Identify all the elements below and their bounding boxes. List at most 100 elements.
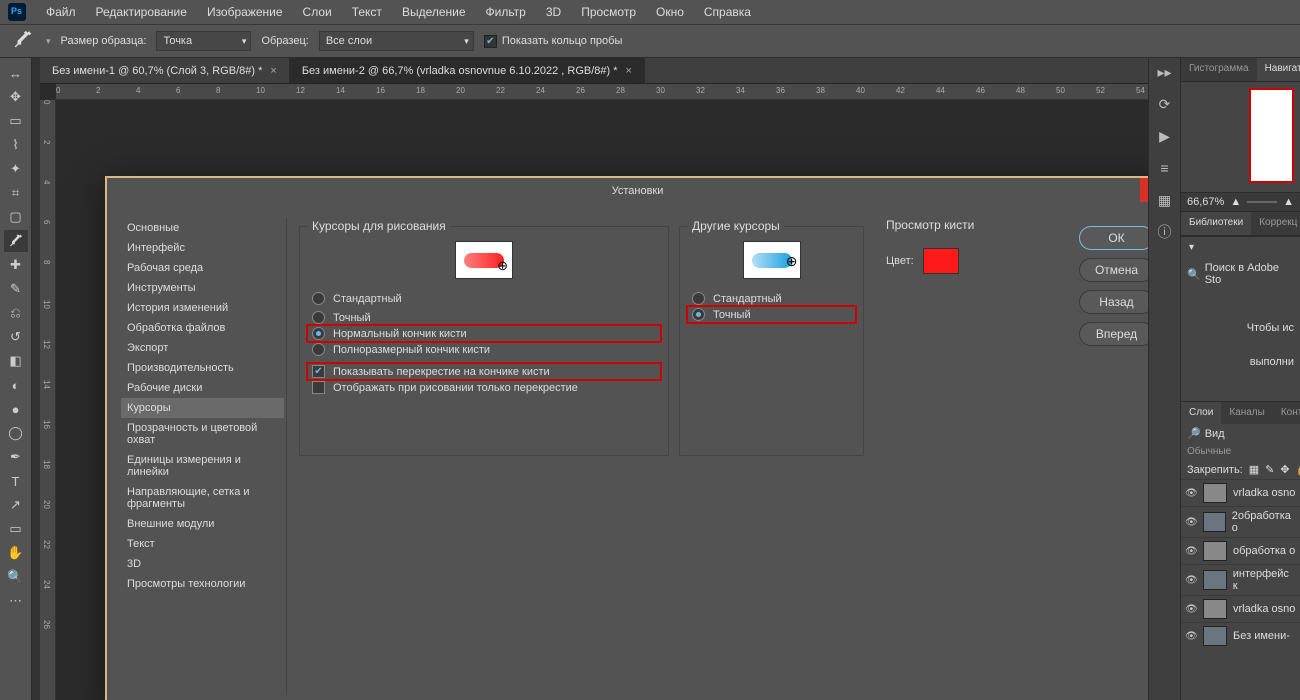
layer-row[interactable]: 👁Без имени- bbox=[1181, 622, 1300, 649]
bars-icon[interactable]: ≡ bbox=[1155, 158, 1175, 178]
eraser-tool-icon[interactable]: ◧ bbox=[4, 350, 28, 372]
visibility-icon[interactable]: 👁 bbox=[1185, 575, 1197, 586]
tab-adjustments[interactable]: Коррекц bbox=[1251, 212, 1300, 235]
menu-layers[interactable]: Слои bbox=[293, 1, 342, 23]
zoom-tool-icon[interactable]: 🔍 bbox=[4, 566, 28, 588]
close-icon[interactable]: × bbox=[626, 65, 632, 77]
tab-layers[interactable]: Слои bbox=[1181, 402, 1221, 424]
layer-row[interactable]: 👁2обработка о bbox=[1181, 506, 1300, 537]
menu-file[interactable]: Файл bbox=[36, 1, 86, 23]
menu-view[interactable]: Просмотр bbox=[571, 1, 646, 23]
pen-tool-icon[interactable]: ✒ bbox=[4, 446, 28, 468]
menu-help[interactable]: Справка bbox=[694, 1, 761, 23]
eyedropper-tool-icon[interactable] bbox=[4, 230, 28, 252]
radio-fullsize-brush[interactable]: Полноразмерный кончик кисти bbox=[312, 340, 656, 359]
prefs-item[interactable]: Курсоры bbox=[121, 398, 284, 418]
lock-icon[interactable]: ✎ bbox=[1265, 463, 1274, 476]
doc-tab-1[interactable]: Без имени-1 @ 60,7% (Слой 3, RGB/8#) *× bbox=[40, 58, 290, 83]
sample-dropdown[interactable]: Все слои bbox=[319, 31, 474, 51]
shape-tool-icon[interactable]: ▭ bbox=[4, 518, 28, 540]
frame-tool-icon[interactable]: ▢ bbox=[4, 206, 28, 228]
lock-icon[interactable]: ▦ bbox=[1249, 463, 1259, 476]
path-tool-icon[interactable]: ↗ bbox=[4, 494, 28, 516]
dodge-tool-icon[interactable]: ◯ bbox=[4, 422, 28, 444]
visibility-icon[interactable]: 👁 bbox=[1185, 604, 1197, 615]
visibility-icon[interactable]: 👁 bbox=[1185, 546, 1197, 557]
radio-standard[interactable]: Стандартный bbox=[312, 289, 656, 308]
arrow-tool-icon[interactable]: ↔ bbox=[4, 62, 28, 84]
menu-edit[interactable]: Редактирование bbox=[86, 1, 197, 23]
history-brush-tool-icon[interactable]: ↺ bbox=[4, 326, 28, 348]
wand-tool-icon[interactable]: ✦ bbox=[4, 158, 28, 180]
gradient-tool-icon[interactable]: ◐ bbox=[4, 374, 28, 396]
layer-row[interactable]: 👁обработка о bbox=[1181, 537, 1300, 564]
lock-icon[interactable]: ✥ bbox=[1280, 463, 1289, 476]
prefs-item[interactable]: Основные bbox=[121, 218, 284, 238]
cancel-button[interactable]: Отмена bbox=[1079, 258, 1148, 282]
visibility-icon[interactable]: 👁 bbox=[1185, 488, 1197, 499]
doc-tab-2[interactable]: Без имени-2 @ 66,7% (vrladka osnovnue 6.… bbox=[290, 58, 645, 83]
tab-channels[interactable]: Каналы bbox=[1221, 402, 1273, 424]
prefs-item[interactable]: Прозрачность и цветовой охват bbox=[121, 418, 284, 450]
prefs-item[interactable]: Обработка файлов bbox=[121, 318, 284, 338]
sample-size-dropdown[interactable]: Точка bbox=[156, 31, 251, 51]
prefs-item[interactable]: Инструменты bbox=[121, 278, 284, 298]
tab-navigator[interactable]: Навигат bbox=[1257, 58, 1300, 81]
hand-tool-icon[interactable]: ✋ bbox=[4, 542, 28, 564]
grid-icon[interactable]: ▦ bbox=[1155, 190, 1175, 210]
prefs-item[interactable]: История изменений bbox=[121, 298, 284, 318]
library-selector[interactable]: ▾ bbox=[1181, 236, 1300, 258]
collapse-icon[interactable]: ▸▸ bbox=[1155, 62, 1175, 82]
layer-kind[interactable]: 🔎Вид bbox=[1181, 424, 1300, 443]
blend-mode[interactable]: Обычные bbox=[1181, 443, 1300, 460]
menu-select[interactable]: Выделение bbox=[392, 1, 476, 23]
crop-tool-icon[interactable]: ⌗ bbox=[4, 182, 28, 204]
visibility-icon[interactable]: 👁 bbox=[1185, 517, 1197, 528]
eyedropper-icon[interactable] bbox=[12, 29, 36, 53]
tab-histogram[interactable]: Гистограмма bbox=[1181, 58, 1257, 81]
menu-filter[interactable]: Фильтр bbox=[476, 1, 536, 23]
blur-tool-icon[interactable]: ● bbox=[4, 398, 28, 420]
tab-libraries[interactable]: Библиотеки bbox=[1181, 212, 1251, 235]
heal-tool-icon[interactable]: ✚ bbox=[4, 254, 28, 276]
prefs-item[interactable]: Текст bbox=[121, 534, 284, 554]
navigator-preview[interactable] bbox=[1181, 82, 1300, 192]
menu-image[interactable]: Изображение bbox=[197, 1, 293, 23]
prefs-item[interactable]: Направляющие, сетка и фрагменты bbox=[121, 482, 284, 514]
type-tool-icon[interactable]: T bbox=[4, 470, 28, 492]
layer-row[interactable]: 👁vrladka osno bbox=[1181, 595, 1300, 622]
show-ring-checkbox[interactable]: ✔ Показать кольцо пробы bbox=[484, 35, 623, 48]
history-icon[interactable]: ⟳ bbox=[1155, 94, 1175, 114]
stamp-tool-icon[interactable]: ⎌ bbox=[4, 302, 28, 324]
prefs-item[interactable]: Экспорт bbox=[121, 338, 284, 358]
close-icon[interactable]: × bbox=[270, 65, 276, 77]
layer-row[interactable]: 👁vrladka osno bbox=[1181, 479, 1300, 506]
ok-button[interactable]: ОК bbox=[1079, 226, 1148, 250]
prefs-item[interactable]: Интерфейс bbox=[121, 238, 284, 258]
menu-window[interactable]: Окно bbox=[646, 1, 694, 23]
prefs-item[interactable]: Рабочие диски bbox=[121, 378, 284, 398]
lasso-tool-icon[interactable]: ⌇ bbox=[4, 134, 28, 156]
info-icon[interactable]: ⓘ bbox=[1155, 222, 1175, 242]
prefs-item[interactable]: Производительность bbox=[121, 358, 284, 378]
menu-3d[interactable]: 3D bbox=[536, 1, 571, 23]
library-search[interactable]: 🔍Поиск в Adobe Sto bbox=[1181, 258, 1300, 290]
move-tool-icon[interactable]: ✥ bbox=[4, 86, 28, 108]
check-only-crosshair[interactable]: Отображать при рисовании только перекрес… bbox=[312, 378, 656, 397]
lock-icon[interactable]: 🔒 bbox=[1296, 463, 1300, 476]
close-button[interactable]: ✕ bbox=[1140, 178, 1148, 202]
prefs-item[interactable]: Внешние модули bbox=[121, 514, 284, 534]
prefs-item[interactable]: Рабочая среда bbox=[121, 258, 284, 278]
tab-paths[interactable]: Конт bbox=[1273, 402, 1300, 424]
prev-button[interactable]: Назад bbox=[1079, 290, 1148, 314]
play-icon[interactable]: ▶ bbox=[1155, 126, 1175, 146]
brush-tool-icon[interactable]: ✎ bbox=[4, 278, 28, 300]
color-swatch[interactable] bbox=[923, 248, 959, 274]
visibility-icon[interactable]: 👁 bbox=[1185, 631, 1197, 642]
more-tool-icon[interactable]: ⋯ bbox=[4, 590, 28, 612]
next-button[interactable]: Вперед bbox=[1079, 322, 1148, 346]
prefs-item[interactable]: 3D bbox=[121, 554, 284, 574]
prefs-item[interactable]: Просмотры технологии bbox=[121, 574, 284, 594]
prefs-item[interactable]: Единицы измерения и линейки bbox=[121, 450, 284, 482]
radio-precise-2[interactable]: Точный bbox=[686, 305, 857, 324]
